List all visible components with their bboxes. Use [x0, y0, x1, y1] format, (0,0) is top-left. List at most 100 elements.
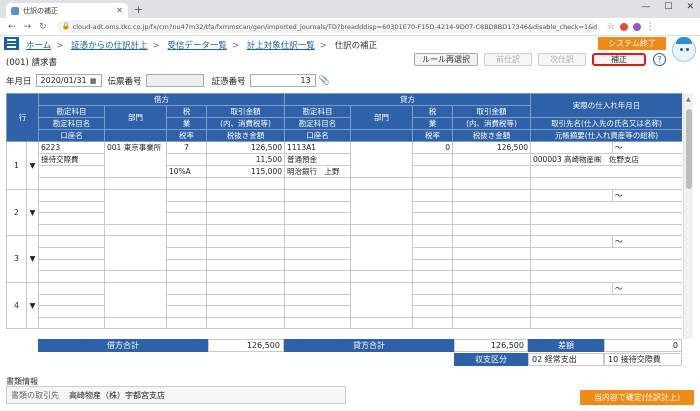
next-journal-button[interactable]: 次仕訳: [538, 53, 586, 66]
col-debit-taxtype: 業: [166, 117, 207, 130]
col-credit-amount: 取引金額: [452, 105, 531, 118]
hamburger-menu-icon[interactable]: [4, 37, 19, 50]
col-credit: 貸方: [284, 93, 531, 106]
prev-journal-button[interactable]: 前仕訳: [484, 53, 532, 66]
new-tab-icon[interactable]: +: [134, 3, 143, 16]
help-icon[interactable]: ?: [653, 53, 666, 66]
address-bar-row: ← → ↻ 🔒 cloud-adt.oms.tkc.co.jp/fx/cm?nu…: [0, 18, 700, 36]
breadcrumb-home[interactable]: ホーム: [26, 41, 51, 51]
credit-amount[interactable]: 126,500: [452, 141, 531, 154]
url-input[interactable]: 🔒 cloud-adt.oms.tkc.co.jp/fx/cm?nu47m32/…: [56, 20, 597, 33]
back-icon[interactable]: ←: [8, 22, 16, 32]
document-info-box: 書類の取引先 高崎物産（株）宇都宮支店: [6, 386, 346, 404]
confirm-journal-button[interactable]: 当内容で確定(仕訳計上): [580, 390, 694, 405]
credit-total-value: 126,500: [454, 339, 528, 352]
col-debit-amount: 取引金額: [206, 105, 285, 118]
row-expand-icon[interactable]: ▼: [26, 141, 39, 190]
row-expand-icon[interactable]: ▼: [26, 188, 39, 236]
col-debit-account-name: 勘定科目名: [38, 117, 105, 130]
debit-total-label: 借方合計: [38, 339, 208, 352]
row-number: 2: [6, 188, 27, 236]
debit-dept[interactable]: 001 東京事業所: [104, 141, 167, 178]
debit-tax-rate[interactable]: 10%A: [166, 165, 207, 178]
kubun-label: 収支区分: [454, 353, 528, 366]
col-debit-bank: 口座名: [38, 129, 105, 142]
close-tab-icon[interactable]: ✕: [116, 6, 123, 15]
col-credit-account: 勘定科目: [284, 105, 351, 118]
correct-button[interactable]: 補正: [592, 53, 646, 66]
kubun-extra[interactable]: 10 接待交際費: [604, 353, 682, 366]
assistant-avatar-icon[interactable]: [670, 37, 698, 64]
debit-bank: [38, 165, 105, 178]
window-controls: — ☐ ✕: [641, 2, 694, 12]
col-memo: 元帳摘要(仕入れ資産等の総称): [530, 129, 682, 142]
col-purchase-date: 実際の仕入れ年月日: [530, 93, 682, 118]
debit-account-code[interactable]: 6223: [38, 141, 105, 154]
table-row: 2 ▼ 〜: [6, 188, 682, 236]
credit-total-label: 貸方合計: [284, 339, 454, 352]
date-label: 年月日: [6, 76, 32, 87]
breadcrumb-voucher-journal[interactable]: 証憑からの仕訳計上: [71, 41, 148, 51]
col-debit-amount-sub: (内、消費税等): [206, 117, 285, 130]
col-debit-net: 税抜き金額: [206, 129, 285, 142]
breadcrumb-received-list[interactable]: 受信データ一覧: [167, 41, 227, 51]
table-row: 1 ▼ 6223 001 東京事業所 7 126,500 1113A1 0 12…: [6, 141, 682, 190]
partner-value: 高崎物産（株）宇都宮支店: [69, 390, 165, 400]
row-expand-icon[interactable]: ▼: [26, 235, 39, 283]
calendar-icon[interactable]: ▦: [90, 77, 97, 85]
breadcrumb: ホーム > 証憑からの仕訳計上 > 受信データ一覧 > 計上対象仕訳一覧 > 仕訳の補正: [26, 41, 378, 51]
reload-icon[interactable]: ↻: [39, 22, 47, 32]
credit-tax-code[interactable]: 0: [412, 141, 453, 154]
col-credit-dept: 部門: [350, 105, 413, 130]
col-credit-tax: 税: [412, 105, 453, 118]
col-debit-dept: 部門: [104, 105, 167, 130]
forward-icon[interactable]: →: [24, 22, 32, 32]
rule-reselect-button[interactable]: ルール再選択: [414, 53, 478, 66]
date-field[interactable]: 2020/01/31 ▦: [35, 74, 102, 87]
debit-tax-amount[interactable]: 11,500: [206, 153, 285, 166]
attachment-icon[interactable]: 📎: [319, 76, 330, 86]
col-row: 行: [6, 93, 39, 142]
ledger-memo[interactable]: [530, 165, 682, 178]
browser-tab[interactable]: 仕訳の補正 ✕: [6, 3, 128, 18]
extension-icon[interactable]: [619, 22, 628, 31]
credit-account-code[interactable]: 1113A1: [284, 141, 351, 154]
supplier-name[interactable]: 000003 高崎物産㈱ 佐野支店: [530, 153, 682, 166]
star-icon[interactable]: ☆: [607, 22, 615, 32]
journal-grid: 行 借方 貸方 実際の仕入れ年月日 勘定科目 部門 税 取引金額 勘定科目 部門…: [6, 93, 682, 353]
debit-net-amount[interactable]: 115,000: [206, 165, 285, 178]
minimize-icon[interactable]: —: [641, 2, 650, 12]
breadcrumb-target-list[interactable]: 計上対象仕訳一覧: [247, 41, 315, 51]
maximize-icon[interactable]: ☐: [664, 2, 672, 12]
system-end-button[interactable]: システム終了: [598, 37, 666, 50]
voucher-number-field[interactable]: 13: [249, 74, 316, 87]
date-value: 2020/01/31: [40, 76, 87, 85]
debit-total-value: 126,500: [208, 339, 284, 352]
tab-title: 仕訳の補正: [23, 6, 58, 15]
purchase-date-from[interactable]: [530, 141, 613, 154]
debit-tax-code[interactable]: 7: [166, 141, 207, 154]
scroll-up-icon[interactable]: ▲: [686, 96, 691, 103]
window-close-icon[interactable]: ✕: [686, 2, 694, 12]
partner-label: 書類の取引先: [11, 390, 59, 400]
kubun-value[interactable]: 02 経常支出: [528, 353, 604, 366]
row-number: 1: [6, 141, 27, 190]
col-credit-rate: 税率: [412, 129, 453, 142]
credit-dept[interactable]: [350, 141, 413, 178]
debit-amount[interactable]: 126,500: [206, 141, 285, 154]
purchase-date-to[interactable]: 〜: [612, 141, 682, 154]
extension-icon[interactable]: [632, 22, 641, 31]
col-credit-amount-sub: (内、消費税等): [452, 117, 531, 130]
row-number: 3: [6, 235, 27, 283]
table-row: 3 ▼ 〜: [6, 235, 682, 283]
browser-tabbar: 仕訳の補正 ✕ + — ☐ ✕: [0, 0, 700, 18]
row-expand-icon[interactable]: ▼: [26, 281, 39, 329]
kebab-menu-icon[interactable]: ⋮: [646, 22, 655, 32]
col-debit-account: 勘定科目: [38, 105, 105, 118]
col-debit-tax: 税: [166, 105, 207, 118]
difference-value: 0: [604, 339, 682, 352]
slip-number-field: [145, 74, 204, 87]
scroll-thumb[interactable]: [686, 109, 692, 189]
grid-scrollbar[interactable]: ▲: [683, 93, 693, 339]
favicon-icon: [11, 6, 19, 15]
